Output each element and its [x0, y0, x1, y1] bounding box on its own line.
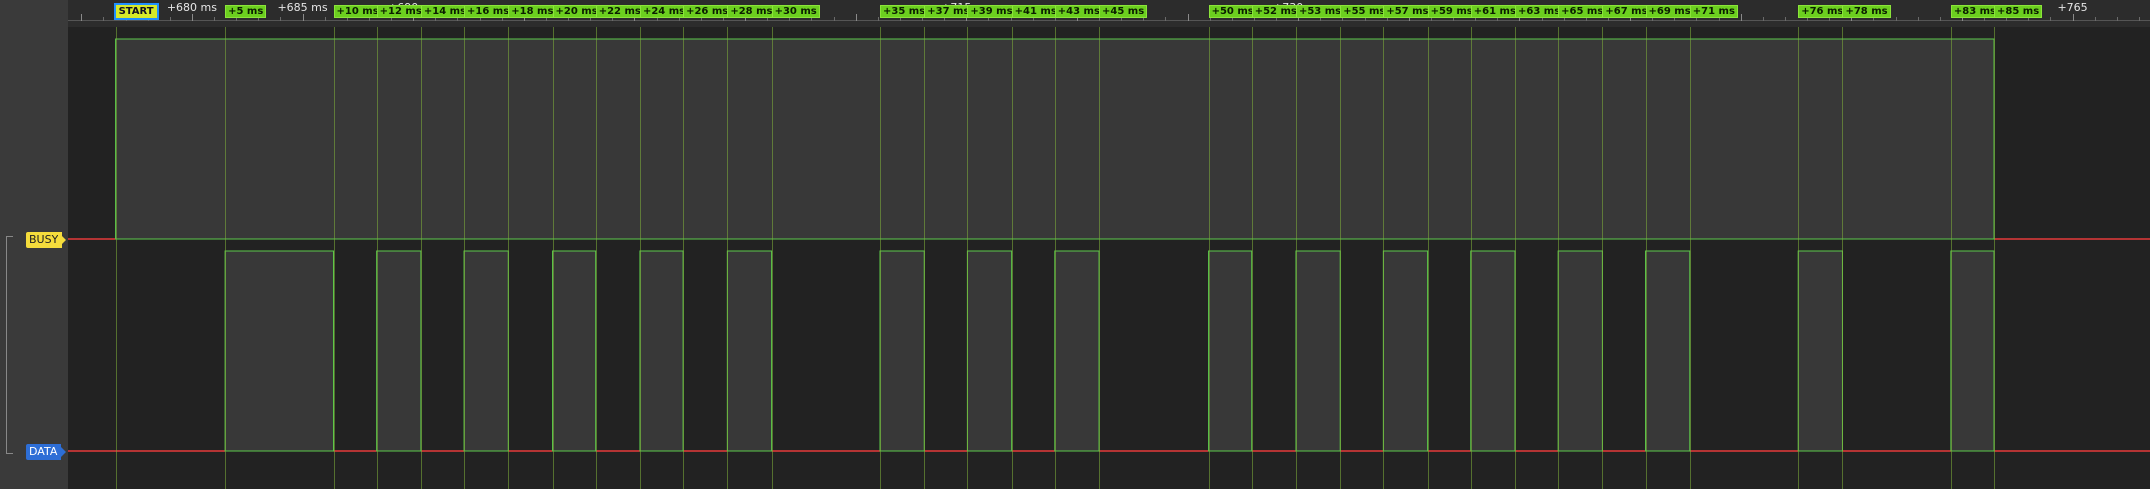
data-high-pulse — [1470, 250, 1516, 452]
data-high-pulse — [879, 250, 925, 452]
marker-line[interactable] — [1427, 27, 1429, 489]
marker-line[interactable] — [1099, 27, 1101, 489]
marker-line[interactable] — [595, 27, 597, 489]
channel-group-bracket — [6, 236, 13, 454]
data-high-pulse — [726, 250, 773, 452]
marker-line[interactable] — [771, 27, 773, 489]
marker-line[interactable] — [1950, 27, 1952, 489]
channel-label-busy[interactable]: BUSY — [26, 232, 63, 248]
marker-line[interactable] — [1383, 27, 1385, 489]
marker-line[interactable] — [1689, 27, 1691, 489]
data-high-pulse — [1208, 250, 1253, 452]
channel-busy-arrow-icon — [58, 232, 66, 248]
marker-line[interactable] — [924, 27, 926, 489]
marker-line[interactable] — [727, 27, 729, 489]
data-high-pulse — [224, 250, 335, 452]
marker-line[interactable] — [376, 27, 378, 489]
marker-line[interactable] — [1251, 27, 1253, 489]
data-high-pulse — [966, 250, 1013, 452]
marker-line[interactable] — [420, 27, 422, 489]
marker-line[interactable] — [333, 27, 335, 489]
waveform-canvas — [68, 38, 2150, 452]
marker-line[interactable] — [1470, 27, 1472, 489]
data-high-pulse — [376, 250, 422, 452]
data-high-pulse — [639, 250, 684, 452]
data-high-pulse — [552, 250, 597, 452]
channel-data-arrow-icon — [58, 444, 66, 460]
data-high-pulse — [1295, 250, 1341, 452]
marker-line[interactable] — [1602, 27, 1604, 489]
marker-line[interactable] — [1515, 27, 1516, 489]
data-high-pulse — [1797, 250, 1843, 452]
marker-line[interactable] — [225, 27, 227, 489]
marker-line[interactable] — [115, 27, 117, 489]
data-high-pulse — [463, 250, 509, 452]
marker-line[interactable] — [1011, 27, 1013, 489]
marker-line[interactable] — [880, 27, 881, 489]
marker-line[interactable] — [552, 27, 554, 489]
marker-line[interactable] — [1295, 27, 1297, 489]
marker-line[interactable] — [967, 27, 969, 489]
data-high-pulse — [1557, 250, 1603, 452]
logic-analyzer-window: BUSY DATA +680 ms+685 ms+690 ms+715 ms+7… — [0, 0, 2150, 489]
marker-line[interactable] — [639, 27, 641, 489]
marker-line[interactable] — [1208, 27, 1210, 489]
data-high-pulse — [1054, 250, 1100, 452]
marker-line[interactable] — [1558, 27, 1560, 489]
marker-line[interactable] — [1054, 27, 1056, 489]
signal-label-column: BUSY DATA — [0, 0, 68, 489]
marker-line[interactable] — [1645, 27, 1647, 489]
channel-label-data[interactable]: DATA — [26, 444, 62, 460]
data-high-pulse — [1950, 250, 1995, 452]
marker-line[interactable] — [1798, 27, 1800, 489]
marker-line[interactable] — [1340, 27, 1342, 489]
marker-line[interactable] — [683, 27, 685, 489]
data-high-pulse — [1382, 250, 1429, 452]
marker-line[interactable] — [508, 27, 510, 489]
waveform-plot-area[interactable]: +680 ms+685 ms+690 ms+715 ms+730 ms+765S… — [68, 0, 2150, 489]
marker-line[interactable] — [1842, 27, 1844, 489]
marker-line[interactable] — [464, 27, 466, 489]
marker-line[interactable] — [1994, 27, 1996, 489]
data-high-pulse — [1645, 250, 1691, 452]
